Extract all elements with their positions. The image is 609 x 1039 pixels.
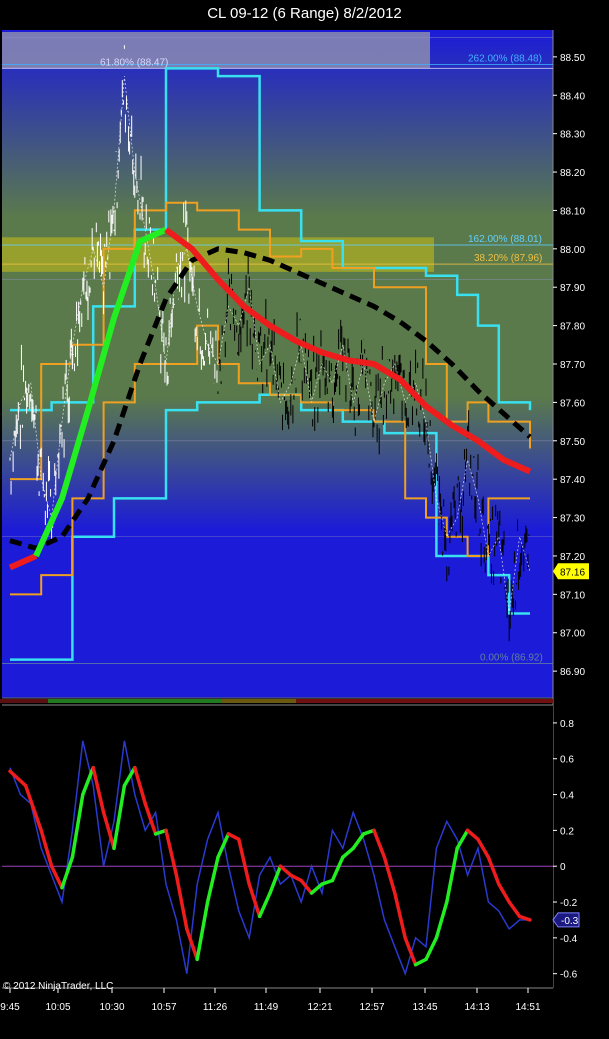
price-tick-label: 87.10 bbox=[560, 590, 585, 601]
x-tick-label: 9:45 bbox=[0, 1002, 20, 1013]
price-tick-label: 87.30 bbox=[560, 514, 585, 525]
copyright: © 2012 NinjaTrader, LLC bbox=[3, 981, 114, 992]
price-tick-label: 87.40 bbox=[560, 475, 585, 486]
osc-tick-label: 0.2 bbox=[560, 826, 574, 837]
session-strip bbox=[48, 699, 221, 703]
fib-level-label: 61.80% (88.47) bbox=[100, 57, 168, 68]
price-tick-label: 87.70 bbox=[560, 360, 585, 371]
price-tick-label: 88.10 bbox=[560, 206, 585, 217]
price-tick-label: 87.80 bbox=[560, 322, 585, 333]
last-price-label: 87.16 bbox=[560, 567, 585, 578]
fib-retracement-zone bbox=[2, 237, 434, 272]
x-tick-label: 12:57 bbox=[359, 1002, 384, 1013]
price-tick-label: 86.90 bbox=[560, 667, 585, 678]
price-tick-label: 88.40 bbox=[560, 91, 585, 102]
osc-tick-label: -0.4 bbox=[560, 934, 578, 945]
x-tick-label: 12:21 bbox=[307, 1002, 332, 1013]
session-strip bbox=[221, 699, 296, 703]
price-panel-background bbox=[2, 30, 553, 698]
osc-tick-label: 0.6 bbox=[560, 755, 574, 766]
fib-level-label: 0.00% (86.92) bbox=[480, 652, 543, 663]
x-tick-label: 11:26 bbox=[203, 1002, 228, 1013]
price-tick-label: 88.00 bbox=[560, 245, 585, 256]
x-tick-label: 10:05 bbox=[45, 1002, 70, 1013]
price-tick-label: 88.30 bbox=[560, 130, 585, 141]
x-tick-label: 10:30 bbox=[99, 1002, 124, 1013]
x-tick-label: 10:57 bbox=[151, 1002, 176, 1013]
osc-tick-label: 0 bbox=[560, 862, 566, 873]
x-tick-label: 13:45 bbox=[412, 1002, 437, 1013]
price-tick-label: 87.20 bbox=[560, 552, 585, 563]
price-tick-label: 87.50 bbox=[560, 437, 585, 448]
price-tick-label: 87.60 bbox=[560, 398, 585, 409]
osc-last-label: -0.3 bbox=[561, 916, 579, 927]
osc-tick-label: 0.8 bbox=[560, 719, 574, 730]
osc-tick-label: -0.6 bbox=[560, 970, 578, 981]
chart-canvas[interactable]: 88.50 88.40 88.30 88.20 88.10 88.00 87.90 87.80… bbox=[0, 0, 609, 1039]
osc-tick-label: 0.4 bbox=[560, 791, 574, 802]
x-tick-label: 14:13 bbox=[464, 1002, 489, 1013]
session-strip bbox=[296, 699, 553, 703]
fib-level-label: 162.00% (88.01) bbox=[468, 234, 542, 245]
x-tick-label: 11:49 bbox=[254, 1002, 279, 1013]
fib-level-label: 38.20% (87.96) bbox=[474, 253, 542, 264]
x-tick-label: 14:51 bbox=[515, 1002, 540, 1013]
osc-tick-label: -0.2 bbox=[560, 898, 578, 909]
price-tick-label: 87.00 bbox=[560, 629, 585, 640]
session-strip bbox=[0, 699, 48, 703]
fib-level-label: 262.00% (88.48) bbox=[468, 54, 542, 65]
price-tick-label: 88.20 bbox=[560, 168, 585, 179]
price-tick-label: 87.90 bbox=[560, 283, 585, 294]
price-tick-label: 88.50 bbox=[560, 53, 585, 64]
